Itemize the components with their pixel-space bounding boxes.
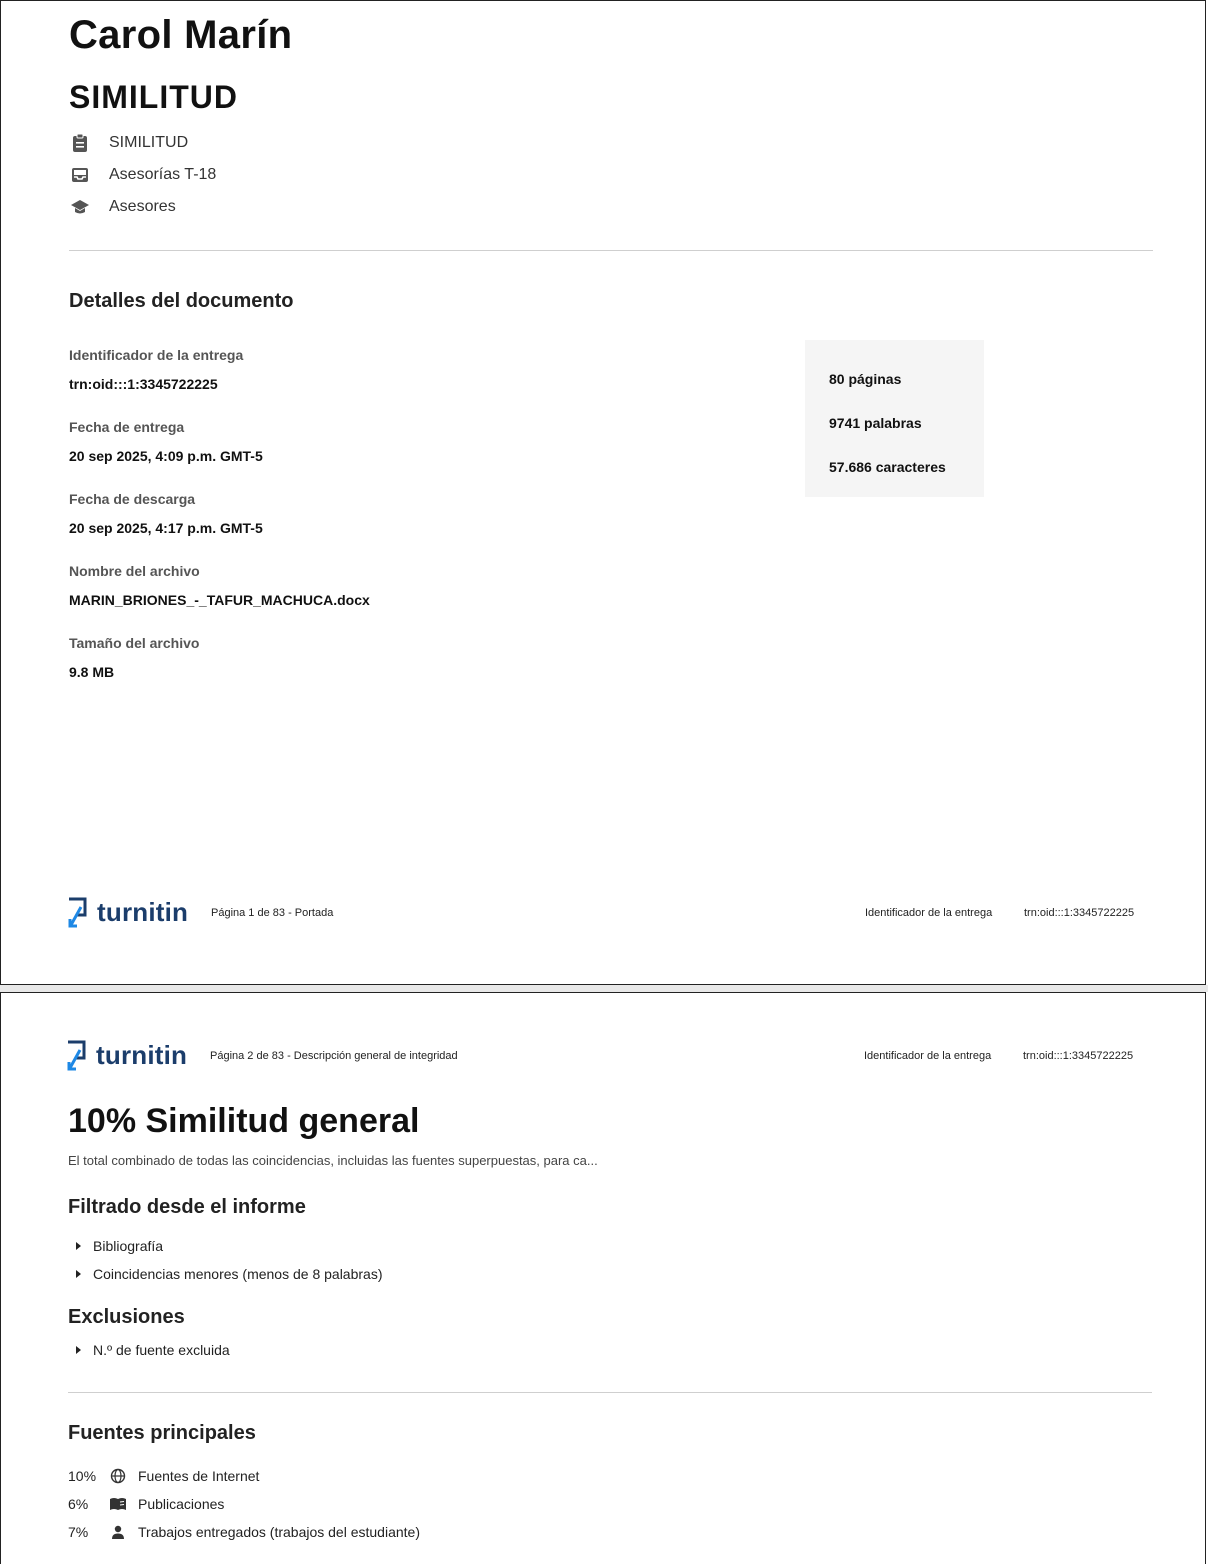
submission-id-value: trn:oid:::1:3345722225 bbox=[1023, 1050, 1134, 1062]
graduation-cap-icon bbox=[69, 196, 91, 218]
meta-assignment: SIMILITUD bbox=[69, 132, 188, 154]
similarity-title: 10% Similitud general bbox=[68, 1102, 420, 1140]
detail-label: Nombre del archivo bbox=[69, 563, 200, 579]
filtered-item-text: Bibliografía bbox=[93, 1238, 164, 1254]
detail-label: Tamaño del archivo bbox=[69, 635, 200, 651]
turnitin-logo-text: turnitin bbox=[97, 896, 189, 927]
document-stats: 80 páginas 9741 palabras 57.686 caracter… bbox=[805, 340, 984, 497]
source-label: Trabajos entregados (trabajos del estudi… bbox=[138, 1524, 420, 1540]
details-heading: Detalles del documento bbox=[69, 290, 294, 312]
meta-class: Asesorías T-18 bbox=[69, 164, 216, 186]
detail-value: MARIN_BRIONES_-_TAFUR_MACHUCA.docx bbox=[69, 592, 370, 608]
exclusion-item-text: N.º de fuente excluida bbox=[93, 1342, 230, 1358]
inbox-icon bbox=[69, 164, 91, 186]
source-row-publications: 6% Publicaciones bbox=[68, 1495, 224, 1513]
filtered-item-text: Coincidencias menores (menos de 8 palabr… bbox=[93, 1266, 383, 1282]
detail-label: Fecha de entrega bbox=[69, 419, 185, 435]
book-icon bbox=[108, 1495, 128, 1513]
source-percentage: 7% bbox=[68, 1524, 89, 1540]
meta-class-text: Asesorías T-18 bbox=[109, 166, 217, 183]
divider bbox=[68, 1392, 1152, 1393]
detail-label: Fecha de descarga bbox=[69, 491, 196, 507]
detail-value: 20 sep 2025, 4:09 p.m. GMT-5 bbox=[69, 448, 263, 464]
source-label: Publicaciones bbox=[138, 1496, 225, 1512]
detail-value: 20 sep 2025, 4:17 p.m. GMT-5 bbox=[69, 520, 263, 536]
person-icon bbox=[108, 1523, 128, 1541]
submission-id-label: Identificador de la entrega bbox=[865, 907, 993, 919]
submission-id-value: trn:oid:::1:3345722225 bbox=[1024, 907, 1135, 919]
turnitin-logo: turnitin bbox=[66, 1038, 187, 1072]
detail-value: 9.8 MB bbox=[69, 664, 115, 680]
filtered-item: Coincidencias menores (menos de 8 palabr… bbox=[76, 1266, 382, 1282]
source-percentage: 6% bbox=[68, 1496, 89, 1512]
submission-id-label: Identificador de la entrega bbox=[864, 1050, 992, 1062]
filtered-heading: Filtrado desde el informe bbox=[68, 1196, 306, 1218]
meta-group-text: Asesores bbox=[109, 198, 176, 215]
filtered-item: Bibliografía bbox=[76, 1238, 163, 1254]
turnitin-logo-icon bbox=[67, 1040, 86, 1071]
detail-value: trn:oid:::1:3345722225 bbox=[69, 376, 218, 392]
stat-pages: 80 páginas bbox=[829, 371, 902, 387]
bullet-triangle-icon bbox=[76, 1346, 81, 1354]
exclusions-heading: Exclusiones bbox=[68, 1306, 185, 1328]
similarity-subtitle: El total combinado de todas las coincide… bbox=[68, 1153, 598, 1168]
turnitin-logo-icon bbox=[68, 897, 87, 928]
globe-icon bbox=[108, 1467, 128, 1485]
bullet-triangle-icon bbox=[76, 1270, 81, 1278]
stat-characters: 57.686 caracteres bbox=[829, 459, 946, 475]
source-label: Fuentes de Internet bbox=[138, 1468, 260, 1484]
stat-words: 9741 palabras bbox=[829, 415, 922, 431]
meta-assignment-text: SIMILITUD bbox=[109, 134, 189, 151]
turnitin-logo: turnitin bbox=[67, 895, 188, 929]
source-row-student-papers: 7% Trabajos entregados (trabajos del est… bbox=[68, 1523, 420, 1541]
source-percentage: 10% bbox=[68, 1468, 97, 1484]
page-gap bbox=[0, 985, 1208, 992]
clipboard-icon bbox=[69, 132, 91, 154]
assignment-title: SIMILITUD bbox=[69, 79, 238, 115]
turnitin-logo-text: turnitin bbox=[96, 1039, 188, 1070]
meta-group: Asesores bbox=[69, 196, 176, 218]
author-name: Carol Marín bbox=[69, 13, 293, 57]
page-label: Página 2 de 83 - Descripción general de … bbox=[210, 1050, 458, 1062]
detail-label: Identificador de la entrega bbox=[69, 347, 244, 363]
page-label: Página 1 de 83 - Portada bbox=[211, 907, 334, 919]
source-row-internet: 10% Fuentes de Internet bbox=[68, 1467, 259, 1485]
sources-heading: Fuentes principales bbox=[68, 1422, 256, 1444]
divider bbox=[69, 250, 1153, 251]
bullet-triangle-icon bbox=[76, 1242, 81, 1250]
exclusion-item: N.º de fuente excluida bbox=[76, 1342, 230, 1358]
report-page-1: Carol Marín SIMILITUD SIMILITUD Asesoría… bbox=[0, 0, 1206, 985]
